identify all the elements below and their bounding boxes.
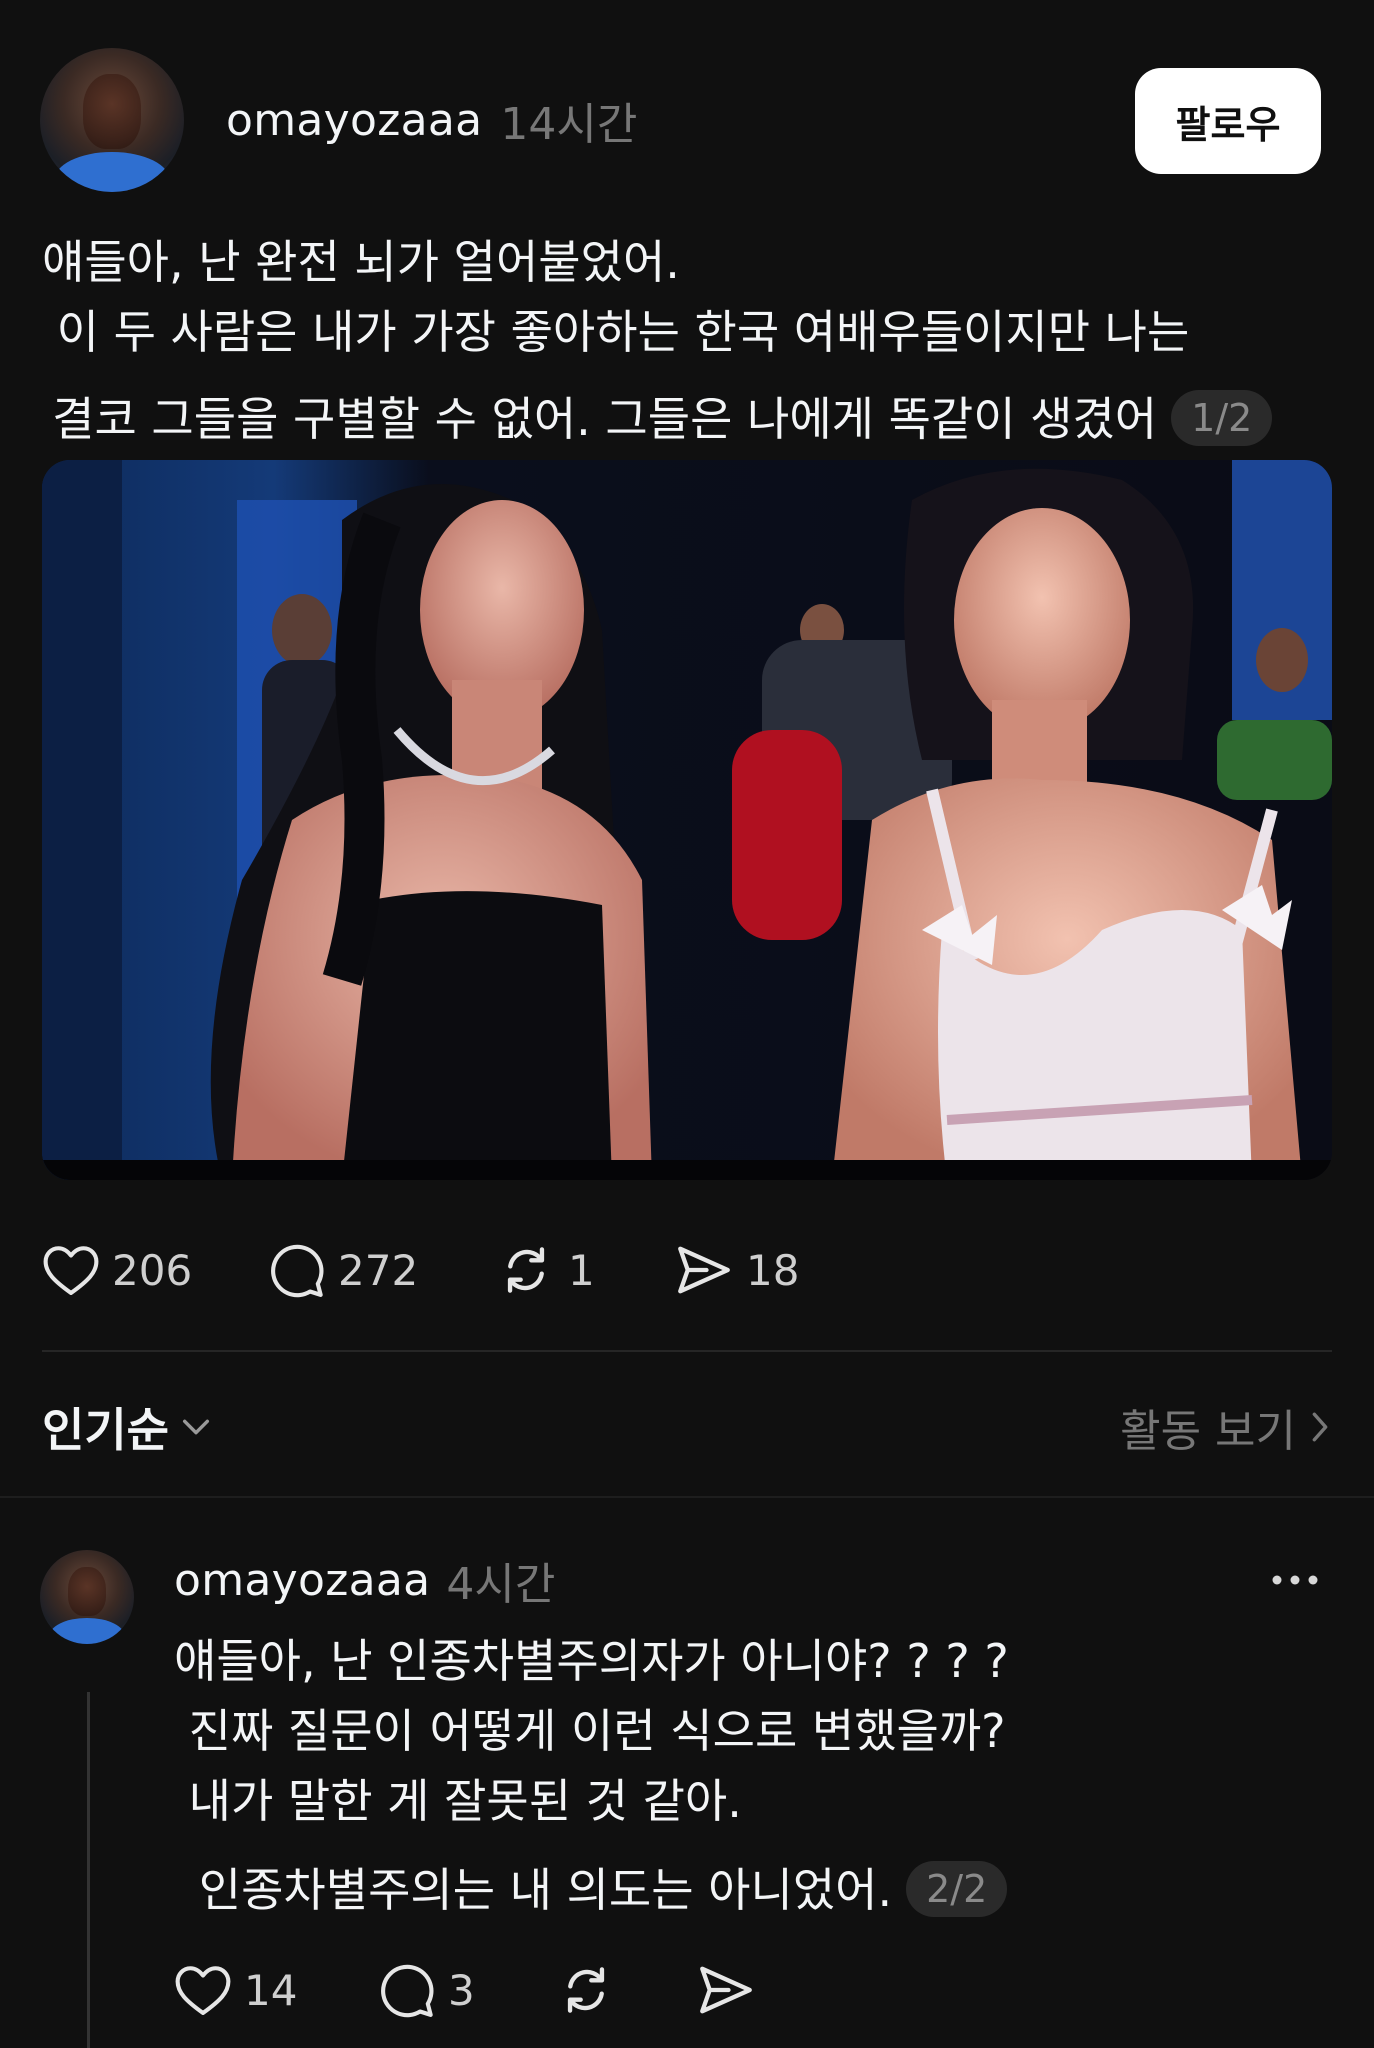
- reply-username[interactable]: omayozaaa: [174, 1555, 430, 1606]
- post-username[interactable]: omayozaaa: [226, 95, 482, 146]
- comment-bubble-icon: [271, 1244, 324, 1298]
- repost-icon: [567, 1967, 605, 2013]
- chevron-down-icon: [182, 1419, 210, 1435]
- share-count: 18: [746, 1245, 800, 1295]
- more-dots-icon: [1272, 1575, 1318, 1585]
- divider: [42, 1350, 1332, 1352]
- reply-avatar[interactable]: [40, 1550, 134, 1644]
- sort-dropdown[interactable]: 인기순: [42, 1392, 213, 1462]
- sort-label: 인기순: [42, 1403, 169, 1457]
- reply-comment-count: 3: [448, 1965, 475, 2015]
- reply-text-line-4: 인종차별주의는 내 의도는 아니었어.: [184, 1863, 893, 1917]
- post-text-line-3-row: 결코 그들을 구별할 수 없어. 그들은 나에게 똑같이 생겼어 1/2: [42, 370, 1273, 449]
- reply-header: omayozaaa 4시간: [174, 1548, 555, 1612]
- reply-like-button[interactable]: 14: [174, 1960, 297, 2020]
- post-timestamp: 14시간: [500, 99, 638, 150]
- more-options-button[interactable]: [1268, 1562, 1322, 1598]
- chevron-right-icon: [1312, 1412, 1328, 1442]
- reply-page-indicator: 2/2: [906, 1861, 1008, 1917]
- post-page-indicator: 1/2: [1171, 390, 1273, 446]
- thread-line: [87, 1692, 90, 2048]
- post-text-line-3: 결코 그들을 구별할 수 없어. 그들은 나에게 똑같이 생겼어: [52, 392, 1158, 446]
- reply-share-button[interactable]: [696, 1960, 756, 2020]
- reply-text-line-4-row: 인종차별주의는 내 의도는 아니었어. 2/2: [174, 1836, 1008, 1925]
- reply-text-line-1: 얘들아, 난 인종차별주의자가 아니야? ? ? ?: [174, 1634, 1009, 1688]
- post-text-line-1: 얘들아, 난 완전 뇌가 얼어붙었어.: [42, 235, 680, 289]
- follow-button[interactable]: 팔로우: [1135, 68, 1321, 174]
- reply-timestamp: 4시간: [446, 1559, 556, 1610]
- reply-comment-button[interactable]: 3: [378, 1960, 475, 2020]
- like-count: 206: [112, 1245, 193, 1295]
- comment-button[interactable]: 272: [268, 1240, 418, 1300]
- share-button[interactable]: 18: [674, 1240, 799, 1300]
- section-divider: [0, 1496, 1374, 1498]
- repost-count: 1: [568, 1245, 595, 1295]
- reply-like-count: 14: [244, 1965, 298, 2015]
- reply-text-line-2: 진짜 질문이 어떻게 이런 식으로 변했을까?: [174, 1704, 1006, 1758]
- send-icon: [700, 1966, 752, 2014]
- heart-icon: [43, 1246, 99, 1296]
- post-header: omayozaaa 14시간: [226, 90, 638, 151]
- comment-count: 272: [338, 1245, 419, 1295]
- send-icon: [678, 1246, 730, 1294]
- repost-icon: [507, 1247, 545, 1293]
- post-image[interactable]: [42, 460, 1332, 1180]
- activity-link[interactable]: 활동 보기: [1120, 1392, 1330, 1462]
- reply-text-line-3: 내가 말한 게 잘못된 것 같아.: [174, 1774, 742, 1828]
- activity-label: 활동 보기: [1120, 1406, 1296, 1457]
- repost-button[interactable]: 1: [496, 1240, 595, 1300]
- comment-bubble-icon: [381, 1964, 434, 2018]
- heart-icon: [175, 1966, 231, 2016]
- author-avatar[interactable]: [40, 48, 184, 192]
- like-button[interactable]: 206: [42, 1240, 192, 1300]
- reply-repost-button[interactable]: [556, 1960, 616, 2020]
- post-image-illustration: [42, 460, 1332, 1180]
- post-text-line-2: 이 두 사람은 내가 가장 좋아하는 한국 여배우들이지만 나는: [42, 305, 1190, 359]
